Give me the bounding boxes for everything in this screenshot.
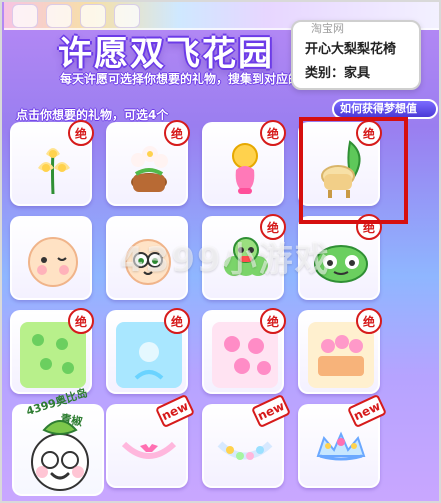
watermark: 4399小游戏 bbox=[120, 240, 331, 280]
exclusive-badge: 绝 bbox=[164, 120, 190, 146]
how-to-get-dream-points-button[interactable]: 如何获得梦想值 bbox=[332, 99, 438, 119]
gift-card-baby-face[interactable] bbox=[10, 216, 92, 300]
new-badge: new bbox=[250, 393, 292, 429]
selected-item-highlight bbox=[299, 117, 408, 224]
tooltip-item-category: 类别：家具 bbox=[305, 66, 371, 81]
gift-card-lily-plant[interactable]: 绝 bbox=[10, 120, 94, 206]
new-badge: new bbox=[346, 393, 388, 429]
page-title: 许愿双飞花园 bbox=[58, 34, 274, 74]
gift-card-golden-lamp[interactable]: 绝 bbox=[202, 120, 286, 206]
gift-card-clover-background[interactable]: 绝 bbox=[10, 308, 94, 394]
gift-card-flower-shop[interactable]: 绝 bbox=[298, 308, 382, 394]
exclusive-badge: 绝 bbox=[68, 308, 94, 334]
gift-card-pastel-necklace[interactable]: new bbox=[202, 393, 292, 488]
gift-art-baby-face-icon bbox=[20, 228, 86, 294]
gift-card-flower-pot[interactable]: 绝 bbox=[106, 120, 190, 206]
item-tooltip: 淘宝网 开心大梨梨花椅 类别：家具 bbox=[291, 20, 421, 90]
exclusive-badge: 绝 bbox=[68, 120, 94, 146]
avatar-face-icon bbox=[31, 420, 89, 491]
gift-art-bow-necklace-icon bbox=[116, 416, 182, 482]
gift-card-pink-flowers[interactable]: 绝 bbox=[202, 308, 286, 394]
gift-art-jewel-crown-icon bbox=[308, 416, 374, 482]
game-window: 许愿双飞花园 每天许愿可选择你想要的礼物，搜集到对应的梦想值花朵 如何获得梦想值… bbox=[0, 0, 441, 503]
gift-card-fairy-background[interactable]: 绝 bbox=[106, 308, 190, 394]
gift-card-bow-necklace[interactable]: new bbox=[106, 393, 196, 488]
new-badge: new bbox=[154, 393, 196, 429]
character-avatar-card[interactable]: 4399奥比岛 青椒 bbox=[12, 386, 104, 496]
exclusive-badge: 绝 bbox=[260, 120, 286, 146]
pick-hint: 点击你想要的礼物，可选4个 bbox=[16, 108, 169, 122]
exclusive-badge: 绝 bbox=[164, 308, 190, 334]
exclusive-badge: 绝 bbox=[356, 308, 382, 334]
tooltip-ghost-text: 淘宝网 bbox=[311, 22, 344, 35]
gift-art-pastel-necklace-icon bbox=[212, 416, 278, 482]
exclusive-badge: 绝 bbox=[260, 308, 286, 334]
tooltip-item-name: 开心大梨梨花椅 bbox=[305, 42, 397, 57]
gift-card-jewel-crown[interactable]: new bbox=[298, 393, 388, 488]
